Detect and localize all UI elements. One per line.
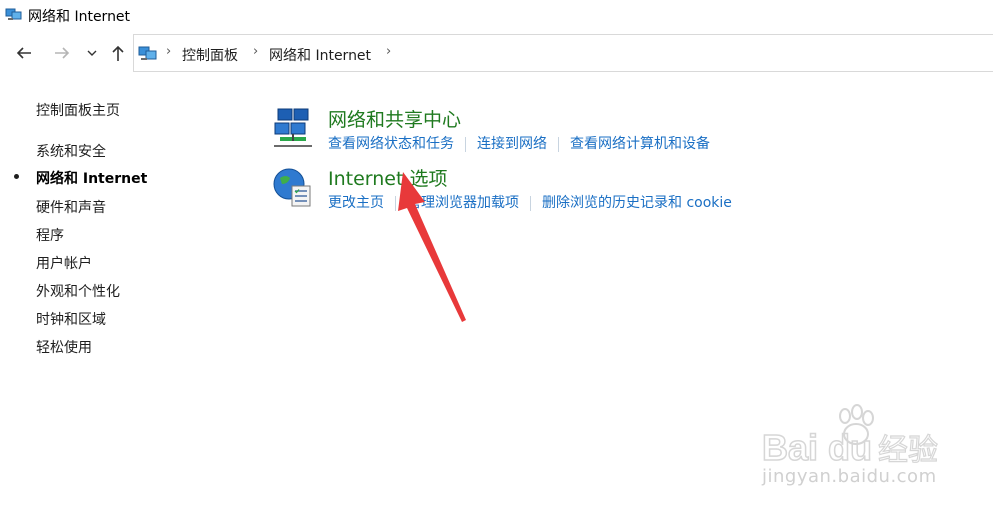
breadcrumb-control-panel[interactable]: 控制面板 xyxy=(182,45,238,65)
link-view-network-status[interactable]: 查看网络状态和任务 xyxy=(328,133,454,153)
internet-options-globe-icon[interactable] xyxy=(272,166,314,208)
breadcrumb-separator-icon[interactable]: › xyxy=(166,44,171,59)
link-divider xyxy=(530,195,531,211)
svg-text:经验: 经验 xyxy=(878,433,938,468)
network-sharing-links: 查看网络状态和任务 连接到网络 查看网络计算机和设备 xyxy=(328,133,710,153)
recent-locations-chevron-icon[interactable] xyxy=(84,42,100,64)
link-divider xyxy=(558,136,559,152)
sidebar-item-clock-region[interactable]: 时钟和区域 xyxy=(36,309,106,329)
address-bar[interactable]: › 控制面板 › 网络和 Internet › xyxy=(133,34,993,72)
breadcrumb-separator-icon[interactable]: › xyxy=(386,44,391,59)
category-title-network-sharing-center[interactable]: 网络和共享中心 xyxy=(328,105,461,132)
sidebar-item-control-panel-home[interactable]: 控制面板主页 xyxy=(36,100,120,120)
internet-options-links: 更改主页 管理浏览器加载项 删除浏览的历史记录和 cookie xyxy=(328,192,732,212)
link-connect-to-network[interactable]: 连接到网络 xyxy=(477,133,547,153)
title-bar: 网络和 Internet xyxy=(0,0,993,30)
svg-text:Bai: Bai xyxy=(762,427,818,468)
sidebar-item-ease-of-access[interactable]: 轻松使用 xyxy=(36,337,92,357)
link-change-homepage[interactable]: 更改主页 xyxy=(328,192,384,212)
annotation-arrow-icon xyxy=(398,172,466,322)
navigation-bar: › 控制面板 › 网络和 Internet › xyxy=(0,34,993,74)
breadcrumb-separator-icon[interactable]: › xyxy=(253,44,258,59)
control-panel-icon xyxy=(138,46,157,60)
network-icon xyxy=(5,8,22,20)
watermark-url: jingyan.baidu.com xyxy=(762,466,937,487)
forward-arrow-icon[interactable] xyxy=(51,42,73,64)
back-arrow-icon[interactable] xyxy=(13,42,35,64)
breadcrumb-network-internet[interactable]: 网络和 Internet xyxy=(269,45,371,65)
active-item-bullet-icon xyxy=(14,174,19,179)
window-title: 网络和 Internet xyxy=(28,9,131,25)
sidebar-item-hardware-sound[interactable]: 硬件和声音 xyxy=(36,197,106,217)
link-delete-browsing-history[interactable]: 删除浏览的历史记录和 cookie xyxy=(542,192,732,212)
network-sharing-center-icon[interactable] xyxy=(272,106,314,148)
baidu-jingyan-watermark: Bai du 经验 jingyan.baidu.com xyxy=(760,402,960,497)
svg-text:du: du xyxy=(828,427,872,468)
sidebar-item-system-security[interactable]: 系统和安全 xyxy=(36,141,106,161)
sidebar-item-appearance[interactable]: 外观和个性化 xyxy=(36,281,120,301)
sidebar-item-user-accounts[interactable]: 用户帐户 xyxy=(36,253,92,273)
sidebar-item-network-internet[interactable]: 网络和 Internet xyxy=(36,168,147,188)
up-arrow-icon[interactable] xyxy=(107,42,129,64)
link-view-network-computers[interactable]: 查看网络计算机和设备 xyxy=(570,133,710,153)
sidebar-item-programs[interactable]: 程序 xyxy=(36,225,64,245)
link-divider xyxy=(465,136,466,152)
